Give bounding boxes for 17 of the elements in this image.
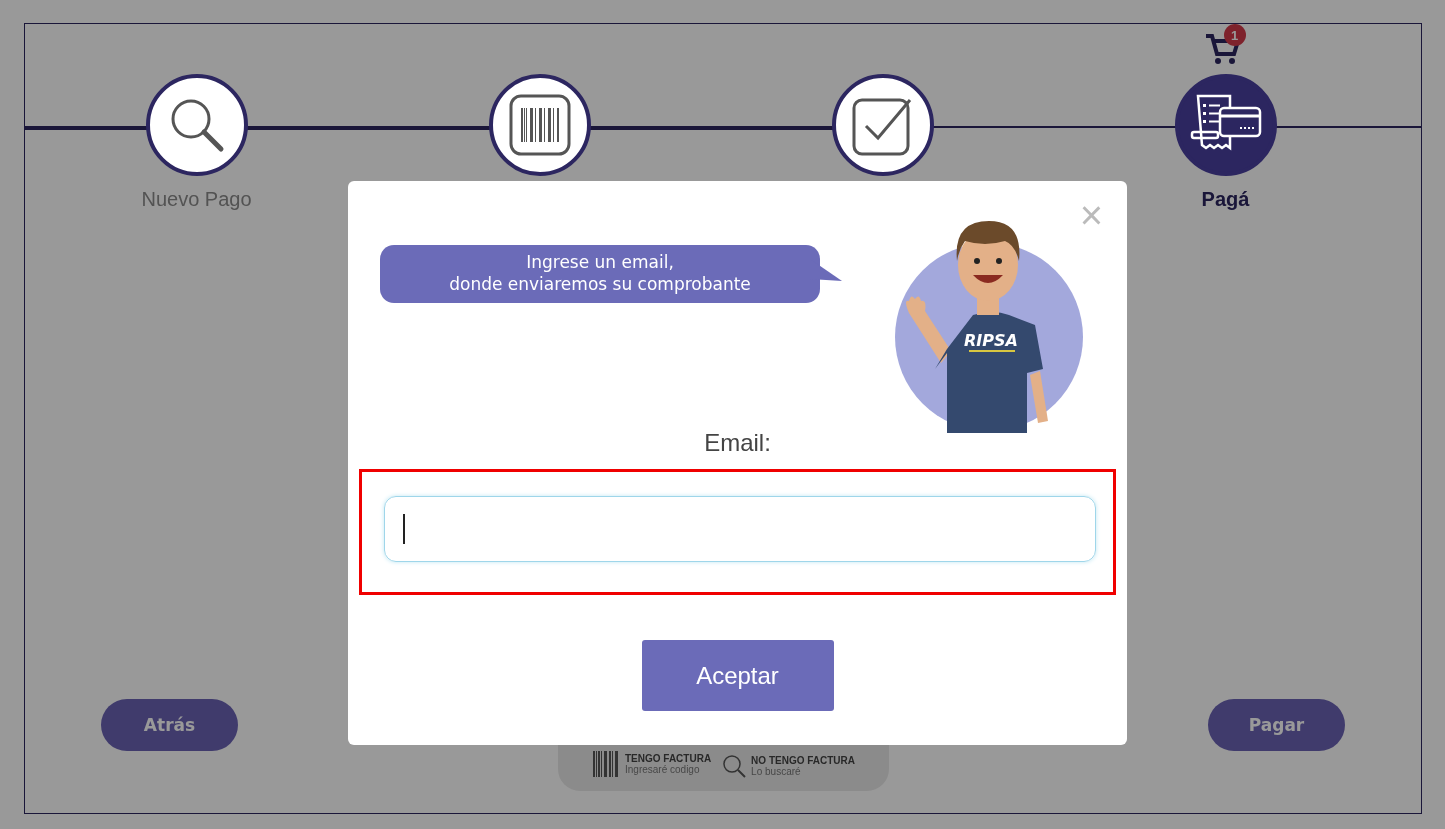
barcode-icon xyxy=(591,749,621,779)
search-icon xyxy=(721,753,748,779)
option-subtitle: Ingresaré codigo xyxy=(625,764,701,775)
pay-button[interactable]: Pagar xyxy=(1208,699,1345,751)
option-title: TENGO FACTURA xyxy=(625,753,712,764)
barcode-icon xyxy=(508,94,571,156)
field-label: Email: xyxy=(704,429,771,457)
email-input-field[interactable] xyxy=(384,496,1096,562)
step-label: Nuevo Pago xyxy=(141,188,252,211)
step-label: Pagá xyxy=(1201,188,1250,211)
back-button[interactable]: Atrás xyxy=(101,699,238,751)
option-subtitle: Lo buscaré xyxy=(751,766,802,777)
text-cursor xyxy=(403,514,405,544)
cart-count-badge: 1 xyxy=(1223,24,1246,46)
cart-icon[interactable] xyxy=(1203,32,1240,66)
option-title: NO TENGO FACTURA xyxy=(751,755,855,766)
accept-button[interactable]: Aceptar xyxy=(641,640,834,711)
